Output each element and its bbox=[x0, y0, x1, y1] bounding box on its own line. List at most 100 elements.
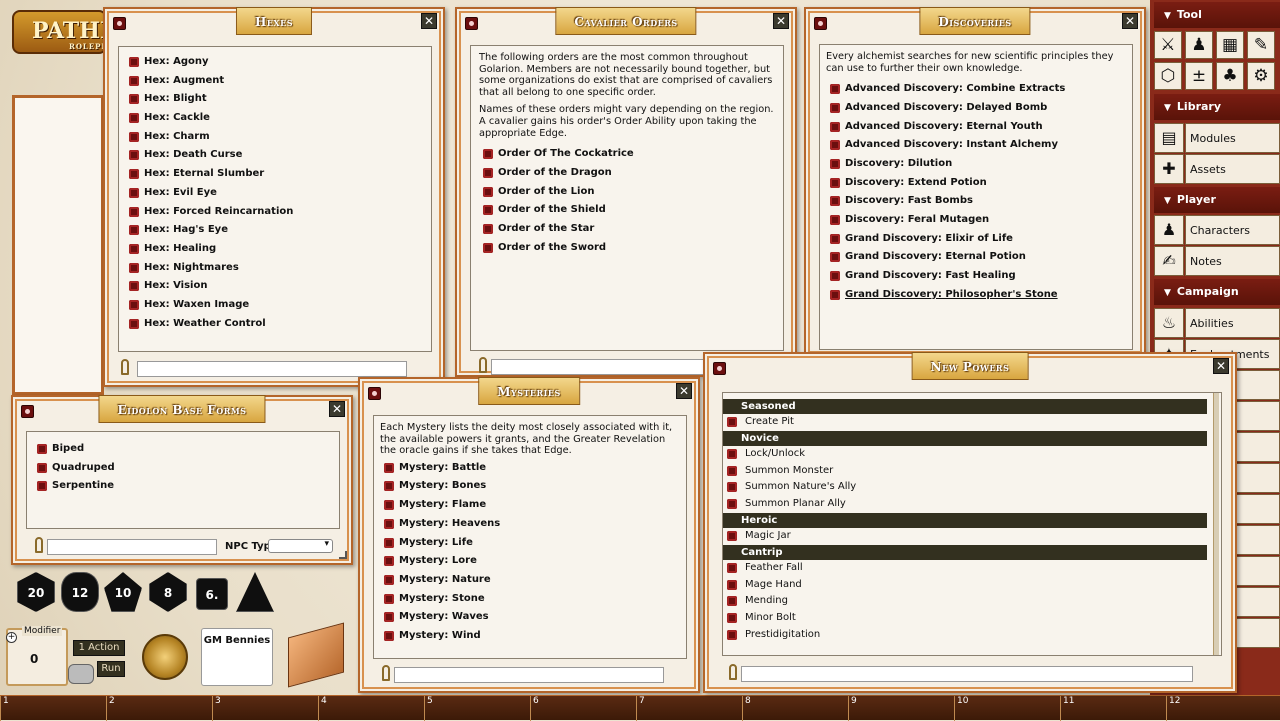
tool-header[interactable]: ▼ Tool bbox=[1154, 2, 1280, 28]
d12-die-icon[interactable]: 12 bbox=[61, 572, 99, 612]
list-item[interactable]: Hex: Death Curse bbox=[129, 146, 431, 165]
list-item[interactable]: Mystery: Life bbox=[384, 534, 680, 553]
list-item[interactable]: Order of the Shield bbox=[483, 201, 775, 220]
window-menu-icon[interactable] bbox=[113, 17, 126, 30]
window-menu-icon[interactable] bbox=[21, 405, 34, 418]
list-item[interactable]: Order of the Dragon bbox=[483, 164, 775, 183]
list-item[interactable]: Order of the Lion bbox=[483, 183, 775, 202]
list-item[interactable]: Mystery: Wind bbox=[384, 627, 680, 646]
list-item[interactable]: Discovery: Dilution bbox=[830, 155, 1126, 174]
list-item[interactable]: Hex: Healing bbox=[129, 240, 431, 259]
sidebar-item-notes[interactable]: ✍ Notes bbox=[1154, 246, 1280, 276]
hotkey-slot[interactable]: 9 bbox=[848, 696, 954, 721]
sidebar-item-characters[interactable]: ♟ Characters bbox=[1154, 215, 1280, 245]
bennies-coin-icon[interactable] bbox=[142, 634, 188, 680]
hotkey-slot[interactable]: 8 bbox=[742, 696, 848, 721]
d6-die-icon[interactable]: 6. bbox=[196, 578, 228, 610]
list-item[interactable]: Mystery: Lore bbox=[384, 552, 680, 571]
list-item[interactable]: Serpentine bbox=[37, 477, 339, 496]
list-item[interactable]: Hex: Cackle bbox=[129, 109, 431, 128]
list-item[interactable]: Prestidigitation bbox=[723, 627, 1207, 644]
hotkey-slot[interactable]: 4 bbox=[318, 696, 424, 721]
list-item[interactable]: Lock/Unlock bbox=[723, 446, 1207, 463]
list-item[interactable]: Hex: Vision bbox=[129, 277, 431, 296]
hotkey-slot[interactable]: 12 bbox=[1166, 696, 1280, 721]
list-item[interactable]: Hex: Agony bbox=[129, 53, 431, 72]
list-item[interactable]: Grand Discovery: Elixir of Life bbox=[830, 230, 1126, 249]
campaign-header[interactable]: ▼ Campaign bbox=[1154, 279, 1280, 305]
modifiers-icon[interactable]: ± bbox=[1185, 62, 1213, 90]
list-item[interactable]: Mystery: Flame bbox=[384, 496, 680, 515]
close-button[interactable]: ✕ bbox=[773, 13, 789, 29]
list-item[interactable]: Hex: Blight bbox=[129, 90, 431, 109]
hotkey-slot[interactable]: 1 bbox=[0, 696, 106, 721]
sidebar-item-assets[interactable]: ✚ Assets bbox=[1154, 154, 1280, 184]
list-item[interactable]: Hex: Evil Eye bbox=[129, 184, 431, 203]
npc-type-select[interactable] bbox=[268, 539, 333, 553]
list-item[interactable]: Discovery: Extend Potion bbox=[830, 174, 1126, 193]
list-item[interactable]: Mystery: Bones bbox=[384, 477, 680, 496]
scrollbar[interactable] bbox=[1213, 393, 1219, 655]
library-header[interactable]: ▼ Library bbox=[1154, 94, 1280, 120]
list-item[interactable]: Order Of The Cockatrice bbox=[483, 145, 775, 164]
list-item[interactable]: Grand Discovery: Philosopher's Stone bbox=[830, 286, 1126, 305]
list-item[interactable]: Hex: Augment bbox=[129, 72, 431, 91]
list-item[interactable]: Hex: Forced Reincarnation bbox=[129, 203, 431, 222]
calendar-icon[interactable]: ▦ bbox=[1216, 31, 1244, 59]
hotkey-slot[interactable]: 2 bbox=[106, 696, 212, 721]
list-item[interactable]: Summon Nature's Ally bbox=[723, 479, 1207, 496]
list-item[interactable]: Mystery: Nature bbox=[384, 571, 680, 590]
list-item[interactable]: Hex: Waxen Image bbox=[129, 296, 431, 315]
dice-icon[interactable]: ⬡ bbox=[1154, 62, 1182, 90]
hotkey-slot[interactable]: 3 bbox=[212, 696, 318, 721]
hotkey-slot[interactable]: 7 bbox=[636, 696, 742, 721]
close-button[interactable]: ✕ bbox=[1213, 358, 1229, 374]
list-item[interactable]: Advanced Discovery: Instant Alchemy bbox=[830, 136, 1126, 155]
close-button[interactable]: ✕ bbox=[329, 401, 345, 417]
list-item[interactable]: Discovery: Fast Bombs bbox=[830, 192, 1126, 211]
list-item[interactable]: Advanced Discovery: Combine Extracts bbox=[830, 80, 1126, 99]
hotkey-slot[interactable]: 5 bbox=[424, 696, 530, 721]
list-item[interactable]: Order of the Star bbox=[483, 220, 775, 239]
list-item[interactable]: Hex: Nightmares bbox=[129, 259, 431, 278]
list-item[interactable]: Mystery: Battle bbox=[384, 459, 680, 478]
list-item[interactable]: Mystery: Waves bbox=[384, 608, 680, 627]
filter-input[interactable] bbox=[137, 361, 407, 377]
window-menu-icon[interactable] bbox=[368, 387, 381, 400]
close-button[interactable]: ✕ bbox=[676, 383, 692, 399]
sidebar-item-modules[interactable]: ▤ Modules bbox=[1154, 123, 1280, 153]
sidebar-item-abilities[interactable]: ♨ Abilities bbox=[1154, 308, 1280, 338]
list-item[interactable]: Create Pit bbox=[723, 414, 1207, 431]
action-button[interactable]: 1 Action bbox=[73, 640, 125, 656]
list-item[interactable]: Hex: Eternal Slumber bbox=[129, 165, 431, 184]
list-item[interactable]: Hex: Weather Control bbox=[129, 315, 431, 334]
party-sheet-icon[interactable]: ♟ bbox=[1185, 31, 1213, 59]
list-item[interactable]: Discovery: Feral Mutagen bbox=[830, 211, 1126, 230]
list-item[interactable]: Minor Bolt bbox=[723, 610, 1207, 627]
options-wrench-icon[interactable]: ✎ bbox=[1247, 31, 1275, 59]
combat-tracker-icon[interactable]: ⚔ bbox=[1154, 31, 1182, 59]
filter-input[interactable] bbox=[47, 539, 217, 555]
hotkey-slot[interactable]: 10 bbox=[954, 696, 1060, 721]
list-item[interactable]: Mending bbox=[723, 593, 1207, 610]
run-button[interactable]: Run bbox=[97, 661, 125, 677]
list-item[interactable]: Grand Discovery: Eternal Potion bbox=[830, 248, 1126, 267]
player-header[interactable]: ▼ Player bbox=[1154, 187, 1280, 213]
list-item[interactable]: Feather Fall bbox=[723, 560, 1207, 577]
filter-input[interactable] bbox=[491, 359, 711, 375]
filter-input[interactable] bbox=[741, 666, 1193, 682]
list-item[interactable]: Hex: Charm bbox=[129, 128, 431, 147]
list-item[interactable]: Order of the Sword bbox=[483, 239, 775, 258]
settings-gear-icon[interactable]: ⚙ bbox=[1247, 62, 1275, 90]
window-menu-icon[interactable] bbox=[814, 17, 827, 30]
close-button[interactable]: ✕ bbox=[421, 13, 437, 29]
hotkey-slot[interactable]: 6 bbox=[530, 696, 636, 721]
list-item[interactable]: Summon Planar Ally bbox=[723, 496, 1207, 513]
list-item[interactable]: Summon Monster bbox=[723, 463, 1207, 480]
list-item[interactable]: Biped bbox=[37, 440, 339, 459]
list-item[interactable]: Quadruped bbox=[37, 459, 339, 478]
list-item[interactable]: Magic Jar bbox=[723, 528, 1207, 545]
filter-input[interactable] bbox=[394, 667, 664, 683]
add-icon[interactable]: + bbox=[6, 632, 17, 643]
dice-tray-icon[interactable] bbox=[68, 664, 94, 684]
